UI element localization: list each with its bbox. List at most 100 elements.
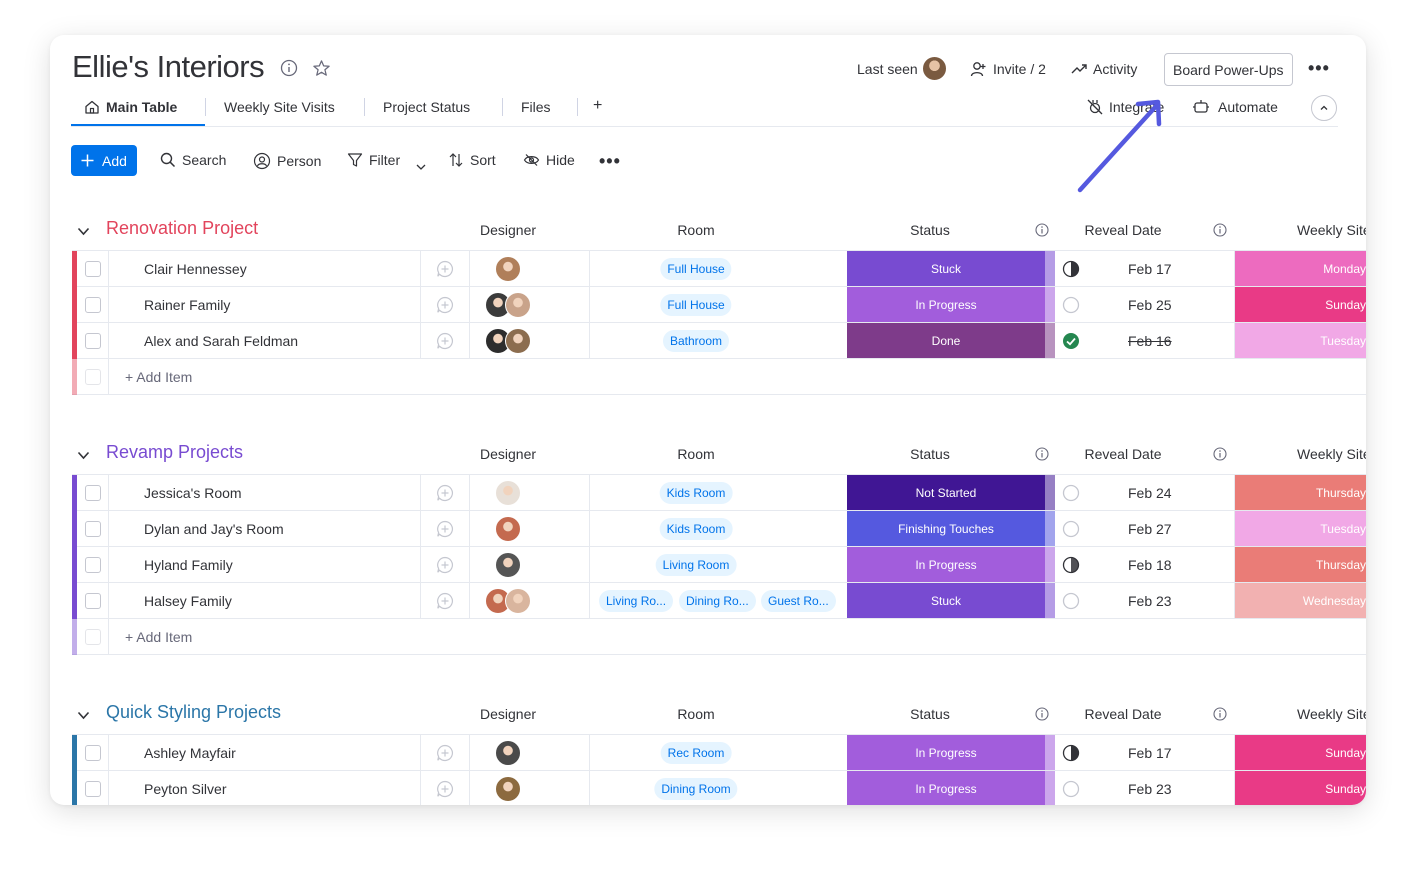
add-update-icon[interactable] bbox=[436, 744, 454, 762]
group-collapse-chevron-icon[interactable] bbox=[77, 707, 90, 725]
column-header-room[interactable]: Room bbox=[636, 446, 756, 462]
add-update-icon[interactable] bbox=[436, 520, 454, 538]
add-update-icon[interactable] bbox=[436, 332, 454, 350]
designer-avatar[interactable] bbox=[495, 552, 521, 578]
room-tag[interactable]: Rec Room bbox=[660, 742, 732, 764]
row-checkbox[interactable] bbox=[85, 557, 101, 573]
designer-avatars[interactable] bbox=[495, 740, 521, 766]
progress-status-icon[interactable] bbox=[1062, 260, 1080, 278]
reveal-date[interactable]: Feb 16 bbox=[1128, 333, 1172, 349]
room-tag[interactable]: Bathroom bbox=[662, 330, 730, 352]
status-label[interactable]: Stuck bbox=[847, 251, 1045, 286]
column-info-icon[interactable] bbox=[1035, 707, 1049, 726]
status-label[interactable]: In Progress bbox=[847, 735, 1045, 770]
item-name[interactable]: Clair Hennessey bbox=[144, 261, 247, 277]
column-header-room[interactable]: Room bbox=[636, 706, 756, 722]
weekly-site-label[interactable]: Sunday bbox=[1235, 735, 1366, 770]
designer-avatars[interactable] bbox=[495, 776, 521, 802]
column-info-icon[interactable] bbox=[1213, 223, 1227, 242]
column-header-weekly-site[interactable]: Weekly Site bbox=[1297, 446, 1366, 462]
designer-avatar[interactable] bbox=[495, 480, 521, 506]
progress-status-icon[interactable] bbox=[1062, 520, 1080, 538]
room-tag[interactable]: Full House bbox=[660, 258, 732, 280]
designer-avatars[interactable] bbox=[495, 256, 521, 282]
group-collapse-chevron-icon[interactable] bbox=[77, 447, 90, 465]
reveal-date[interactable]: Feb 23 bbox=[1128, 593, 1172, 609]
room-tag[interactable]: Kids Room bbox=[659, 518, 733, 540]
weekly-site-label[interactable]: Monday bbox=[1235, 251, 1366, 286]
reveal-date[interactable]: Feb 17 bbox=[1128, 261, 1172, 277]
room-tag[interactable]: Guest Ro... bbox=[761, 590, 836, 612]
row-checkbox[interactable] bbox=[85, 745, 101, 761]
row-checkbox[interactable] bbox=[85, 485, 101, 501]
column-header-reveal-date[interactable]: Reveal Date bbox=[1063, 446, 1183, 462]
room-tag[interactable]: Kids Room bbox=[659, 482, 733, 504]
designer-avatars[interactable] bbox=[485, 328, 531, 354]
reveal-date[interactable]: Feb 17 bbox=[1128, 745, 1172, 761]
reveal-date[interactable]: Feb 25 bbox=[1128, 297, 1172, 313]
progress-status-icon[interactable] bbox=[1062, 592, 1080, 610]
progress-status-icon[interactable] bbox=[1062, 780, 1080, 798]
progress-status-icon[interactable] bbox=[1062, 556, 1080, 574]
status-label[interactable]: Not Started bbox=[847, 475, 1045, 510]
add-update-icon[interactable] bbox=[436, 484, 454, 502]
row-checkbox[interactable] bbox=[85, 521, 101, 537]
progress-status-icon[interactable] bbox=[1062, 332, 1080, 350]
item-name[interactable]: Jessica's Room bbox=[144, 485, 242, 501]
column-info-icon[interactable] bbox=[1035, 223, 1049, 242]
add-update-icon[interactable] bbox=[436, 260, 454, 278]
status-label[interactable]: In Progress bbox=[847, 547, 1045, 582]
designer-avatar[interactable] bbox=[505, 328, 531, 354]
designer-avatar[interactable] bbox=[505, 588, 531, 614]
row-checkbox[interactable] bbox=[85, 781, 101, 797]
group-collapse-chevron-icon[interactable] bbox=[77, 223, 90, 241]
item-name[interactable]: Alex and Sarah Feldman bbox=[144, 333, 298, 349]
designer-avatar[interactable] bbox=[495, 740, 521, 766]
designer-avatar[interactable] bbox=[495, 516, 521, 542]
add-item-button[interactable]: + Add Item bbox=[125, 629, 192, 645]
designer-avatars[interactable] bbox=[485, 588, 531, 614]
item-name[interactable]: Peyton Silver bbox=[144, 781, 226, 797]
item-name[interactable]: Rainer Family bbox=[144, 297, 230, 313]
column-header-status[interactable]: Status bbox=[870, 446, 990, 462]
column-header-reveal-date[interactable]: Reveal Date bbox=[1063, 222, 1183, 238]
column-header-designer[interactable]: Designer bbox=[448, 706, 568, 722]
designer-avatar[interactable] bbox=[495, 256, 521, 282]
add-item-row[interactable]: + Add Item bbox=[72, 359, 1366, 395]
item-name[interactable]: Ashley Mayfair bbox=[144, 745, 236, 761]
column-info-icon[interactable] bbox=[1213, 707, 1227, 726]
room-tag[interactable]: Dining Room bbox=[654, 778, 738, 800]
group-title[interactable]: Renovation Project bbox=[106, 218, 258, 239]
designer-avatar[interactable] bbox=[495, 776, 521, 802]
status-label[interactable]: In Progress bbox=[847, 771, 1045, 805]
group-title[interactable]: Revamp Projects bbox=[106, 442, 243, 463]
reveal-date[interactable]: Feb 23 bbox=[1128, 781, 1172, 797]
progress-status-icon[interactable] bbox=[1062, 744, 1080, 762]
weekly-site-label[interactable]: Tuesday bbox=[1235, 511, 1366, 546]
reveal-date[interactable]: Feb 27 bbox=[1128, 521, 1172, 537]
weekly-site-label[interactable]: Tuesday bbox=[1235, 323, 1366, 358]
add-update-icon[interactable] bbox=[436, 296, 454, 314]
column-info-icon[interactable] bbox=[1213, 447, 1227, 466]
row-checkbox[interactable] bbox=[85, 593, 101, 609]
row-checkbox[interactable] bbox=[85, 297, 101, 313]
reveal-date[interactable]: Feb 24 bbox=[1128, 485, 1172, 501]
column-header-designer[interactable]: Designer bbox=[448, 446, 568, 462]
designer-avatars[interactable] bbox=[495, 480, 521, 506]
column-header-designer[interactable]: Designer bbox=[448, 222, 568, 238]
column-header-status[interactable]: Status bbox=[870, 222, 990, 238]
weekly-site-label[interactable]: Sunday bbox=[1235, 771, 1366, 805]
column-header-reveal-date[interactable]: Reveal Date bbox=[1063, 706, 1183, 722]
row-checkbox[interactable] bbox=[85, 333, 101, 349]
column-header-room[interactable]: Room bbox=[636, 222, 756, 238]
column-info-icon[interactable] bbox=[1035, 447, 1049, 466]
status-label[interactable]: Finishing Touches bbox=[847, 511, 1045, 546]
row-checkbox[interactable] bbox=[85, 261, 101, 277]
group-title[interactable]: Quick Styling Projects bbox=[106, 702, 281, 723]
room-tag[interactable]: Full House bbox=[660, 294, 732, 316]
status-label[interactable]: In Progress bbox=[847, 287, 1045, 322]
add-item-row[interactable]: + Add Item bbox=[72, 619, 1366, 655]
add-update-icon[interactable] bbox=[436, 592, 454, 610]
weekly-site-label[interactable]: Sunday bbox=[1235, 287, 1366, 322]
progress-status-icon[interactable] bbox=[1062, 296, 1080, 314]
